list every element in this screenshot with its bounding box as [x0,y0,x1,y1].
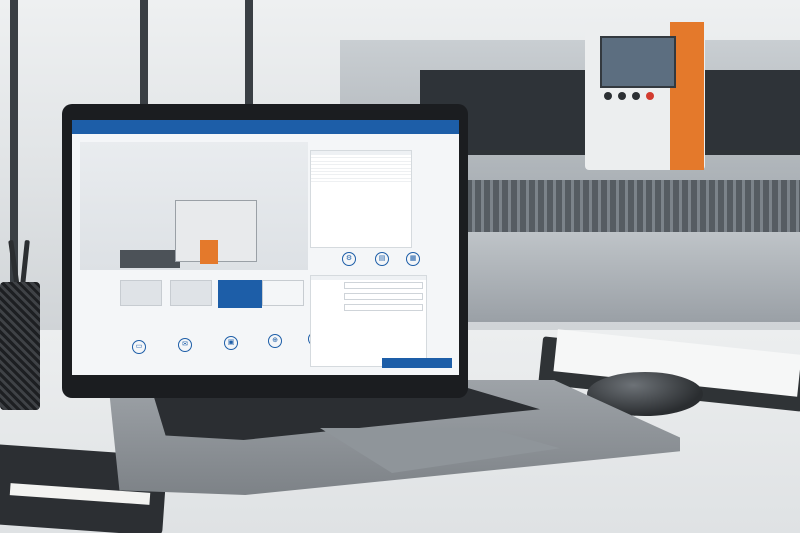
network-icon[interactable]: ⊕ [268,334,282,348]
submit-button[interactable] [382,358,452,368]
control-panel-screen [600,36,676,88]
laptop-screen: ⚙ ▤ ▦ ▭ ✉ ▣ ⊕ ⓘ [72,120,459,375]
form-field [311,302,426,313]
conveyor-slats [430,180,800,240]
gear-icon[interactable]: ⚙ [342,252,356,266]
control-button [632,92,640,100]
spec-panel [310,150,412,248]
text-input[interactable] [344,304,423,311]
laptop-icon[interactable]: ▭ [132,340,146,354]
gallery-thumbnail[interactable] [262,280,304,306]
product-hero-image [80,142,308,270]
text-input[interactable] [344,293,423,300]
form-field [311,291,426,302]
office-scene: ⚙ ▤ ▦ ▭ ✉ ▣ ⊕ ⓘ [0,0,800,533]
machine-rail [120,250,180,268]
mail-icon[interactable]: ✉ [178,338,192,352]
control-button [604,92,612,100]
machine-table [430,232,800,322]
spec-row [311,179,411,182]
gallery-thumbnail[interactable] [170,280,212,306]
contact-form [310,275,427,367]
emergency-stop-button [646,92,654,100]
text-input[interactable] [344,282,423,289]
pen-holder [0,282,40,410]
gallery-thumbnail-selected[interactable] [218,280,262,308]
document-icon[interactable]: ▤ [375,252,389,266]
settings-icon[interactable]: ▣ [224,336,238,350]
gallery-thumbnail[interactable] [120,280,162,306]
control-button [618,92,626,100]
machine-orange-panel [200,240,218,264]
ui-header-bar [72,120,459,134]
chart-icon[interactable]: ▦ [406,252,420,266]
form-field [311,280,426,291]
